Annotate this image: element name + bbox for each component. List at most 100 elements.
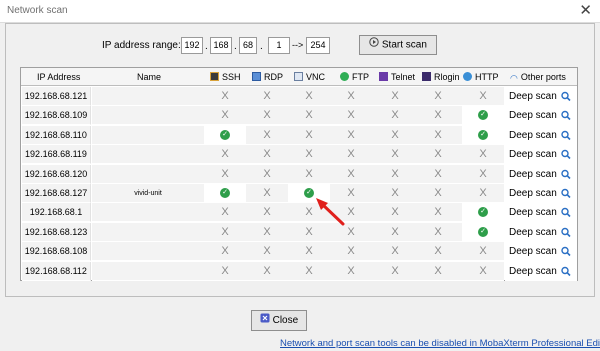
host-name-cell xyxy=(92,125,204,145)
close-label: Close xyxy=(272,315,299,327)
deep-scan-button[interactable]: Deep scan xyxy=(505,222,577,242)
col-rdp[interactable]: RDP xyxy=(252,68,283,86)
play-icon xyxy=(369,36,379,54)
screen-icon xyxy=(294,72,303,81)
port-telnet-closed: X xyxy=(391,167,399,180)
range-arrow: --> xyxy=(292,40,304,50)
col-http[interactable]: HTTP xyxy=(463,68,499,86)
deep-scan-button[interactable]: Deep scan xyxy=(505,184,577,203)
table-row[interactable]: 192.168.68.119 X X X X X X X Deep scan xyxy=(21,145,577,165)
port-ssh-open[interactable]: ✓ xyxy=(204,125,246,145)
table-row[interactable]: 192.168.68.112 X X X X X X X Deep scan xyxy=(21,261,577,281)
deep-scan-button[interactable]: Deep scan xyxy=(505,87,577,106)
port-ftp-closed: X xyxy=(347,90,355,102)
terminal-icon xyxy=(210,72,219,81)
port-rlogin-closed: X xyxy=(434,264,442,277)
port-ftp-closed: X xyxy=(347,148,355,161)
port-telnet-closed: X xyxy=(391,148,399,161)
globe-icon xyxy=(340,72,349,81)
port-ftp-closed: X xyxy=(347,167,355,180)
port-ftp-closed: X xyxy=(347,109,355,122)
ip-address-cell: 192.168.68.1 xyxy=(22,203,91,223)
start-scan-label: Start scan xyxy=(381,39,427,51)
col-ftp-label: FTP xyxy=(352,72,369,82)
ip-octet-2[interactable]: 168 xyxy=(210,37,232,54)
table-row[interactable]: 192.168.68.120 X X X X X X X Deep scan xyxy=(21,164,577,184)
col-telnet[interactable]: Telnet xyxy=(379,68,415,86)
port-ssh-open[interactable]: ✓ xyxy=(204,184,246,203)
deep-scan-button[interactable]: Deep scan xyxy=(505,261,577,281)
port-ssh-closed: X xyxy=(221,225,229,238)
deep-scan-button[interactable]: Deep scan xyxy=(505,145,577,165)
web-globe-icon xyxy=(463,72,472,81)
table-row[interactable]: 192.168.68.121 X X X X X X X Deep scan xyxy=(21,87,577,106)
port-telnet-closed: X xyxy=(391,109,399,122)
close-icon[interactable]: ✕ xyxy=(579,2,592,20)
port-ssh-closed: X xyxy=(221,245,229,258)
deep-scan-button[interactable]: Deep scan xyxy=(505,164,577,184)
col-ssh[interactable]: SSH xyxy=(210,68,241,86)
ip-address-cell: 192.168.68.108 xyxy=(22,242,91,262)
ip-octet-1[interactable]: 192 xyxy=(181,37,203,54)
port-vnc-open[interactable]: ✓ xyxy=(288,184,330,203)
port-rdp-closed: X xyxy=(263,187,271,199)
col-ftp[interactable]: FTP xyxy=(340,68,369,86)
ip-address-cell: 192.168.68.120 xyxy=(22,164,91,184)
table-row[interactable]: 192.168.68.127 vivid-unit ✓ X ✓ X X X X Deep scan xyxy=(21,184,577,203)
port-ssh-closed: X xyxy=(221,206,229,219)
port-http-open[interactable]: ✓ xyxy=(462,106,504,126)
port-rlogin-closed: X xyxy=(434,128,442,141)
title-bar: Network scan ✕ xyxy=(0,0,600,23)
port-telnet-closed: X xyxy=(391,90,399,102)
deep-scan-button[interactable]: Deep scan xyxy=(505,242,577,262)
check-icon: ✓ xyxy=(478,129,488,140)
rlogin-icon xyxy=(422,72,431,81)
ip-octet-3[interactable]: 68 xyxy=(239,37,257,54)
port-vnc-closed: X xyxy=(305,148,313,161)
check-icon: ✓ xyxy=(478,226,488,237)
host-name-cell xyxy=(92,242,204,262)
port-ftp-closed: X xyxy=(347,245,355,258)
host-name-cell xyxy=(92,203,204,223)
table-row[interactable]: 192.168.68.108 X X X X X X X Deep scan xyxy=(21,242,577,262)
port-vnc-closed: X xyxy=(305,264,313,277)
deep-scan-button[interactable]: Deep scan xyxy=(505,106,577,126)
port-http-closed: X xyxy=(479,187,487,199)
table-row[interactable]: 192.168.68.110 ✓ X X X X X ✓ Deep scan xyxy=(21,125,577,145)
ip-range-end[interactable]: 254 xyxy=(306,37,330,54)
deep-scan-button[interactable]: Deep scan xyxy=(505,203,577,223)
close-button[interactable]: Close xyxy=(251,310,307,331)
port-http-open[interactable]: ✓ xyxy=(462,203,504,223)
table-row[interactable]: 192.168.68.1 X X X X X X ✓ Deep scan xyxy=(21,203,577,223)
scan-results-table: IP Address Name SSH RDP VNC FTP Telnet R… xyxy=(20,67,578,281)
ip-octet-4-start[interactable]: 1 xyxy=(268,37,290,54)
col-other-label: Other ports xyxy=(520,72,566,82)
port-http-open[interactable]: ✓ xyxy=(462,222,504,242)
port-rdp-closed: X xyxy=(263,264,271,277)
check-icon: ✓ xyxy=(220,188,230,199)
col-vnc[interactable]: VNC xyxy=(294,68,325,86)
port-rlogin-closed: X xyxy=(434,109,442,122)
col-name[interactable]: Name xyxy=(137,68,161,86)
port-telnet-closed: X xyxy=(391,128,399,141)
port-ftp-closed: X xyxy=(347,206,355,219)
deep-scan-button[interactable]: Deep scan xyxy=(505,125,577,145)
col-other-ports[interactable]: ◠ Other ports xyxy=(510,68,566,86)
port-ftp-closed: X xyxy=(347,187,355,199)
port-http-closed: X xyxy=(479,264,487,277)
col-rlogin[interactable]: Rlogin xyxy=(422,68,460,86)
upgrade-info-link[interactable]: Network and port scan tools can be disab… xyxy=(280,338,600,349)
port-http-open[interactable]: ✓ xyxy=(462,125,504,145)
deep-scan-label: Deep scan xyxy=(509,207,557,219)
col-rlogin-label: Rlogin xyxy=(434,72,460,82)
port-vnc-closed: X xyxy=(305,128,313,141)
port-vnc-closed: X xyxy=(305,90,313,102)
start-scan-button[interactable]: Start scan xyxy=(359,35,437,55)
telnet-icon xyxy=(379,72,388,81)
host-name-cell: vivid-unit xyxy=(92,184,204,203)
col-ip-address[interactable]: IP Address xyxy=(37,68,80,86)
table-row[interactable]: 192.168.68.123 X X X X X X ✓ Deep scan xyxy=(21,222,577,242)
table-row[interactable]: 192.168.68.109 X X X X X X ✓ Deep scan xyxy=(21,106,577,126)
port-ssh-closed: X xyxy=(221,90,229,102)
ip-address-cell: 192.168.68.119 xyxy=(22,145,91,165)
